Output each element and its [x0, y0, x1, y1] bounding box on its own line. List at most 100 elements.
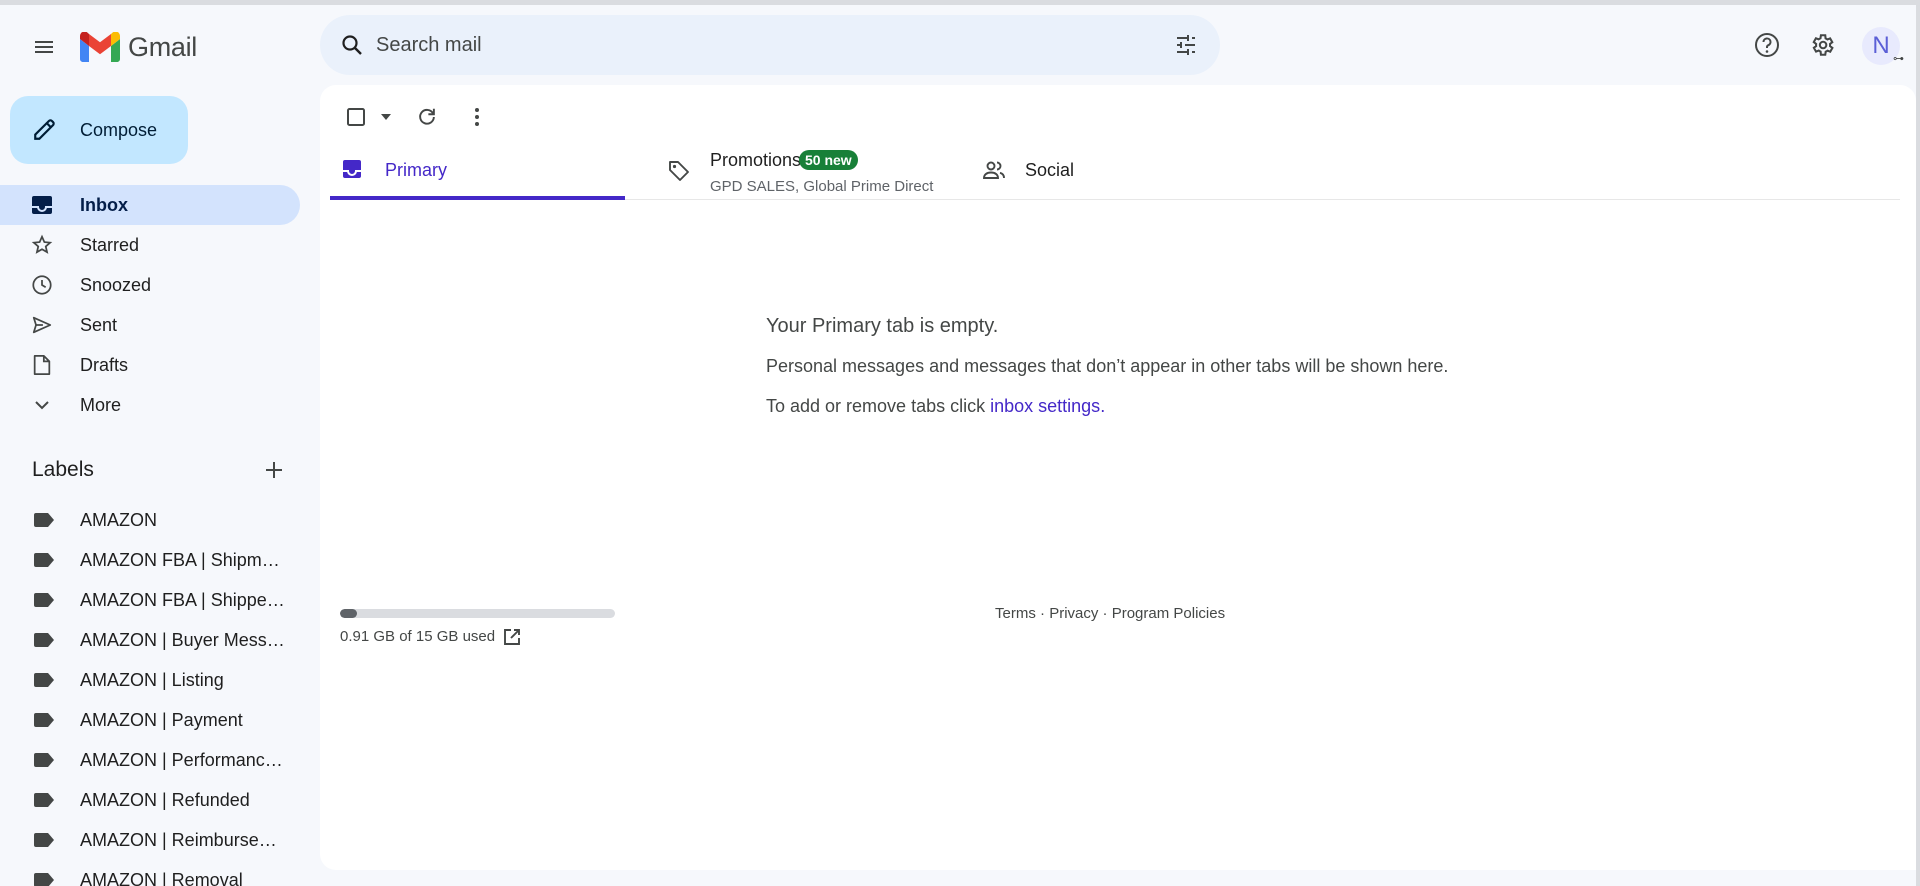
tune-filter-icon: [1177, 35, 1195, 55]
label-item[interactable]: AMAZON | Buyer Messa...: [0, 620, 300, 660]
label-item[interactable]: AMAZON | Refunded: [0, 780, 300, 820]
caret-down-icon: [381, 114, 391, 120]
tab-label: Primary: [385, 160, 447, 180]
label-tag-icon: [34, 513, 54, 532]
window-right-border: [1916, 0, 1920, 886]
sidebar-item-label: More: [80, 394, 122, 415]
gear-icon: [1812, 34, 1834, 56]
gmail-m-icon: [80, 32, 120, 62]
category-tabs: Primary Promotions 50 new GPD SALES, Glo…: [330, 140, 1900, 200]
label-item[interactable]: AMAZON | Removal: [0, 860, 300, 886]
star-icon: [30, 234, 54, 256]
label-item[interactable]: AMAZON FBA | Shipmen...: [0, 540, 300, 580]
search-bar[interactable]: [320, 15, 1220, 75]
avatar-initial: N: [1872, 32, 1890, 59]
label-name: AMAZON | Removal: [80, 869, 243, 886]
select-all-checkbox[interactable]: [336, 97, 376, 137]
new-count-badge: 50 new: [799, 150, 858, 170]
sidebar-item-label: Inbox: [80, 194, 128, 215]
tab-subtitle: GPD SALES, Global Prime Direct: [710, 178, 934, 195]
sidebar-item-snoozed[interactable]: Snoozed: [0, 265, 300, 305]
tab-label: Social: [1025, 160, 1075, 180]
tab-social[interactable]: Social: [970, 140, 1170, 200]
help-icon: [1755, 33, 1779, 57]
footer-separator: ·: [1098, 605, 1112, 622]
labels-list: AMAZON AMAZON FBA | Shipmen... AMAZON FB…: [0, 500, 300, 886]
label-name: AMAZON | Refunded: [80, 789, 250, 810]
main-menu-button[interactable]: [24, 27, 64, 67]
sidebar-item-inbox[interactable]: Inbox: [0, 185, 300, 225]
label-tag-icon: [34, 793, 54, 812]
inbox-tab-icon: [342, 159, 362, 184]
pencil-icon: [34, 119, 55, 140]
hint-suffix: .: [1100, 396, 1106, 416]
tag-icon: [667, 159, 691, 188]
label-tag-icon: [34, 833, 54, 852]
label-tag-icon: [34, 553, 54, 572]
empty-state: Your Primary tab is empty. Personal mess…: [766, 315, 1566, 417]
label-item[interactable]: AMAZON | Listing: [0, 660, 300, 700]
tab-settings-hint: To add or remove tabs click inbox settin…: [766, 396, 1566, 417]
main-panel: Primary Promotions 50 new GPD SALES, Glo…: [320, 85, 1916, 870]
labels-header: Labels: [32, 458, 292, 488]
label-item[interactable]: AMAZON | Reimbursem...: [0, 820, 300, 860]
account-avatar[interactable]: N ⊶: [1862, 27, 1904, 65]
privacy-link[interactable]: Privacy: [1049, 605, 1098, 622]
label-tag-icon: [34, 713, 54, 732]
tab-label: Promotions: [710, 150, 802, 170]
storage-meter: 0.91 GB of 15 GB used: [340, 609, 620, 645]
inbox-icon: [30, 194, 54, 216]
label-name: AMAZON | Listing: [80, 669, 224, 690]
create-label-button[interactable]: [264, 456, 284, 486]
external-link-icon: [504, 629, 520, 645]
refresh-button[interactable]: [407, 97, 447, 137]
storage-used-text: 0.91 GB of 15 GB used: [340, 628, 496, 645]
label-item[interactable]: AMAZON | Performance...: [0, 740, 300, 780]
chevron-down-icon: [30, 394, 54, 416]
support-button[interactable]: [1747, 25, 1787, 65]
label-tag-icon: [34, 633, 54, 652]
draft-icon: [30, 354, 54, 376]
gmail-logo[interactable]: Gmail: [80, 27, 197, 67]
sidebar-nav: Inbox Starred Snoozed Sent Drafts More: [0, 185, 300, 425]
label-name: AMAZON FBA | Shipmen...: [80, 549, 285, 570]
search-input[interactable]: [376, 15, 1136, 75]
label-name: AMAZON FBA | Shipped...: [80, 589, 285, 610]
manage-storage-link[interactable]: [502, 627, 522, 652]
inbox-settings-link[interactable]: inbox settings: [990, 396, 1100, 416]
clock-icon: [30, 274, 54, 296]
search-button[interactable]: [334, 27, 370, 63]
select-options-dropdown[interactable]: [376, 97, 396, 137]
label-name: AMAZON | Reimbursem...: [80, 829, 285, 850]
sidebar-item-sent[interactable]: Sent: [0, 305, 300, 345]
label-item[interactable]: AMAZON FBA | Shipped...: [0, 580, 300, 620]
search-icon: [342, 35, 362, 55]
tab-promotions[interactable]: Promotions 50 new GPD SALES, Global Prim…: [655, 140, 955, 200]
sidebar-item-label: Starred: [80, 234, 140, 255]
program-policies-link[interactable]: Program Policies: [1112, 605, 1225, 622]
sidebar-item-starred[interactable]: Starred: [0, 225, 300, 265]
hint-prefix: To add or remove tabs click: [766, 396, 991, 416]
label-name: AMAZON | Buyer Messa...: [80, 629, 285, 650]
label-tag-icon: [34, 673, 54, 692]
more-options-button[interactable]: [457, 97, 497, 137]
settings-button[interactable]: [1802, 25, 1842, 65]
tab-primary[interactable]: Primary: [330, 140, 625, 200]
search-options-button[interactable]: [1168, 27, 1204, 63]
sidebar-item-label: Drafts: [80, 354, 129, 375]
label-item[interactable]: AMAZON: [0, 500, 300, 540]
empty-title: Your Primary tab is empty.: [766, 315, 999, 337]
mail-toolbar: [336, 97, 736, 137]
hamburger-menu-icon: [35, 41, 53, 53]
compose-button[interactable]: Compose: [10, 96, 188, 164]
empty-description: Personal messages and messages that don’…: [766, 356, 1449, 376]
sidebar-item-label: Snoozed: [80, 274, 152, 295]
header: Gmail N ⊶: [0, 5, 1916, 85]
vertical-dots-icon: [475, 108, 479, 126]
label-item[interactable]: AMAZON | Payment: [0, 700, 300, 740]
sidebar-item-drafts[interactable]: Drafts: [0, 345, 300, 385]
labels-heading: Labels: [32, 458, 94, 481]
label-name: AMAZON | Performance...: [80, 749, 285, 770]
terms-link[interactable]: Terms: [995, 605, 1036, 622]
sidebar-item-more[interactable]: More: [0, 385, 300, 425]
